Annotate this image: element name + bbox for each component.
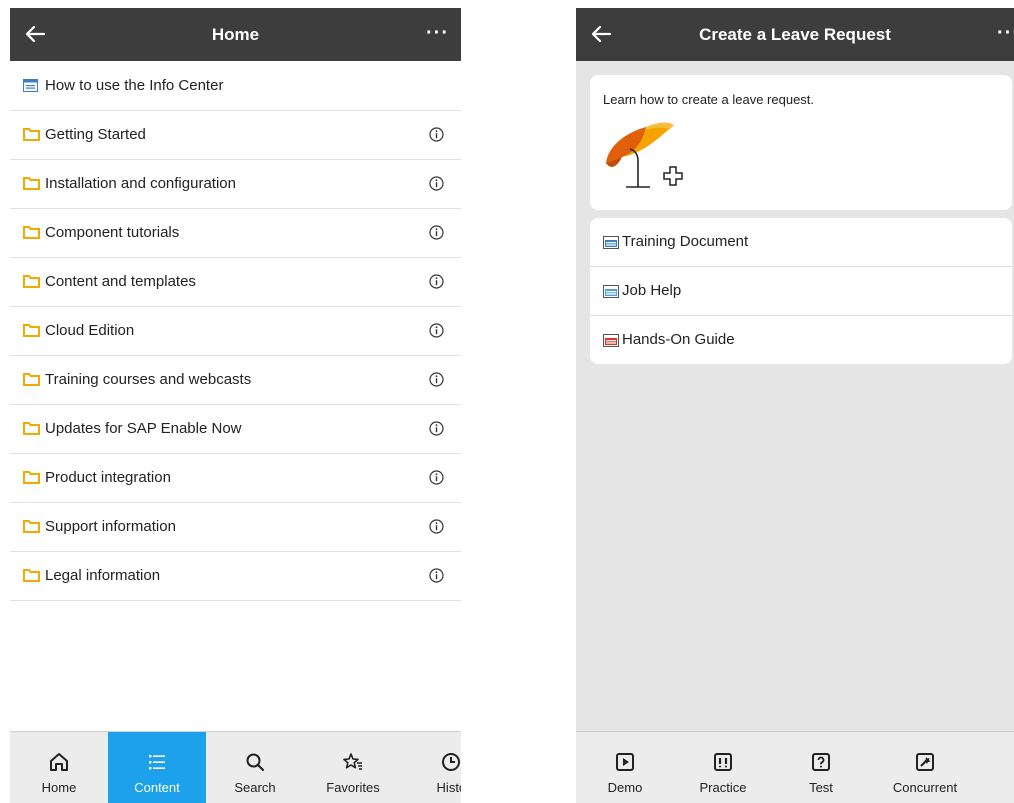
document-item-training[interactable]: Training Document xyxy=(590,218,1012,267)
page-title: Home xyxy=(211,25,260,44)
info-icon[interactable] xyxy=(429,127,444,142)
nav-search[interactable]: Search xyxy=(206,732,304,803)
list-item-label: Product integration xyxy=(45,469,171,486)
htm-file-icon xyxy=(603,285,619,298)
pdf-file-icon xyxy=(603,334,619,347)
list-item-getting-started[interactable]: Getting Started xyxy=(10,110,461,160)
document-label: Job Help xyxy=(622,282,682,299)
info-icon[interactable] xyxy=(429,421,444,436)
list-item-label: How to use the Info Center xyxy=(45,77,224,94)
folder-icon xyxy=(23,569,40,582)
home-icon xyxy=(50,753,68,771)
nav-favorites[interactable]: Favorites xyxy=(304,732,402,803)
documents-card: Training Document Job Help Hands-On Guid… xyxy=(590,218,1012,364)
list-item-component-tutorials[interactable]: Component tutorials xyxy=(10,208,461,258)
list-item-label: Updates for SAP Enable Now xyxy=(45,420,242,437)
folder-icon xyxy=(23,275,40,288)
nav-home[interactable]: Home xyxy=(10,732,108,803)
description-card: Learn how to create a leave request. xyxy=(590,75,1012,210)
info-icon[interactable] xyxy=(429,176,444,191)
more-options-icon[interactable]: ··· xyxy=(426,22,449,45)
nav-label: Search xyxy=(234,780,276,795)
bottom-nav: Demo Practice Test Concurrent xyxy=(576,731,1014,803)
document-item-hands-on-guide[interactable]: Hands-On Guide xyxy=(590,316,1012,364)
nav-label: Content xyxy=(134,780,180,795)
list-item-cloud-edition[interactable]: Cloud Edition xyxy=(10,306,461,356)
leave-umbrella-icon xyxy=(606,122,683,188)
doc-file-icon xyxy=(603,236,619,249)
list-item-how-to-use[interactable]: How to use the Info Center xyxy=(10,61,461,111)
folder-icon xyxy=(23,324,40,337)
test-question-icon xyxy=(812,753,830,771)
info-icon[interactable] xyxy=(429,470,444,485)
favorites-star-icon xyxy=(343,753,362,770)
nav-practice[interactable]: Practice xyxy=(674,732,772,803)
document-label: Training Document xyxy=(622,233,749,250)
list-item-label: Component tutorials xyxy=(45,224,180,241)
info-icon[interactable] xyxy=(429,323,444,338)
info-icon[interactable] xyxy=(429,225,444,240)
info-icon[interactable] xyxy=(429,519,444,534)
detail-panel: Create a Leave Request ··· Learn how to … xyxy=(576,8,1014,803)
folder-icon xyxy=(23,373,40,386)
info-icon[interactable] xyxy=(429,372,444,387)
nav-label: Practice xyxy=(699,780,747,795)
list-item-label: Training courses and webcasts xyxy=(45,371,252,388)
nav-label: Home xyxy=(41,780,77,795)
practice-icon xyxy=(714,753,732,771)
list-item-product-integration[interactable]: Product integration xyxy=(10,453,461,503)
nav-label: Test xyxy=(809,780,833,795)
list-item-label: Legal information xyxy=(45,567,161,584)
nav-label: Demo xyxy=(607,780,643,795)
list-icon xyxy=(149,755,165,770)
folder-icon xyxy=(23,520,40,533)
folder-icon xyxy=(23,471,40,484)
document-item-job-help[interactable]: Job Help xyxy=(590,267,1012,316)
page-title: Create a Leave Request xyxy=(699,25,891,44)
info-icon[interactable] xyxy=(429,274,444,289)
folder-icon xyxy=(23,422,40,435)
list-item-label: Support information xyxy=(45,518,176,535)
document-label: Hands-On Guide xyxy=(622,331,735,348)
nav-label: Favorites xyxy=(326,780,380,795)
folder-icon xyxy=(23,226,40,239)
list-item-label: Getting Started xyxy=(45,126,146,143)
concurrent-icon xyxy=(916,753,934,771)
nav-history[interactable]: Histc xyxy=(402,732,461,803)
history-clock-icon xyxy=(442,753,460,771)
description-text: Learn how to create a leave request. xyxy=(603,92,815,107)
header-bar: Home ··· xyxy=(10,8,461,61)
page-icon xyxy=(23,79,38,92)
list-item-label: Installation and configuration xyxy=(45,175,236,192)
nav-label: Histc xyxy=(436,780,461,795)
header-bar: Create a Leave Request ··· xyxy=(576,8,1014,61)
search-icon xyxy=(246,753,265,772)
list-item-updates[interactable]: Updates for SAP Enable Now xyxy=(10,404,461,454)
demo-play-icon xyxy=(616,753,634,771)
home-panel: Home ··· How to use the Info Center Gett… xyxy=(10,8,461,803)
list-item-legal-information[interactable]: Legal information xyxy=(10,551,461,601)
folder-icon xyxy=(23,128,40,141)
nav-concurrent[interactable]: Concurrent xyxy=(870,732,980,803)
bottom-nav: Home Content Search Favorites Histc xyxy=(10,731,461,803)
nav-label: Concurrent xyxy=(892,780,958,795)
list-item-label: Cloud Edition xyxy=(45,322,135,339)
folder-icon xyxy=(23,177,40,190)
nav-test[interactable]: Test xyxy=(772,732,870,803)
nav-content[interactable]: Content xyxy=(108,732,206,803)
list-item-training-courses[interactable]: Training courses and webcasts xyxy=(10,355,461,405)
nav-demo[interactable]: Demo xyxy=(576,732,674,803)
more-options-icon[interactable]: ··· xyxy=(997,22,1014,45)
list-item-label: Content and templates xyxy=(45,273,196,290)
list-item-support-information[interactable]: Support information xyxy=(10,502,461,552)
info-icon[interactable] xyxy=(429,568,444,583)
list-item-installation[interactable]: Installation and configuration xyxy=(10,159,461,209)
list-item-content-templates[interactable]: Content and templates xyxy=(10,257,461,307)
